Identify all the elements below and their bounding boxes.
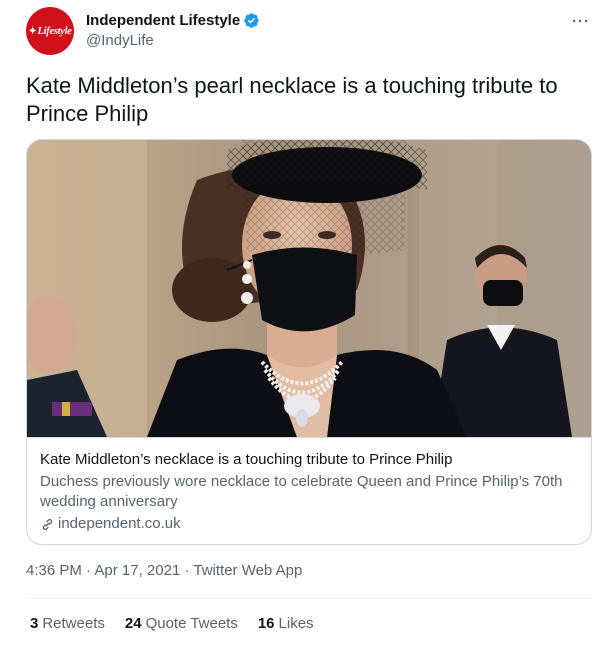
tweet-text: Kate Middleton’s pearl necklace is a tou… [26, 73, 558, 126]
tweet: ✦ Lifestyle Independent Lifestyle @IndyLi… [0, 0, 609, 651]
quote-tweets-count: 24 [124, 615, 142, 632]
card-image [27, 140, 591, 437]
retweets-count: 3 [30, 615, 39, 632]
card-description: Duchess previously wore necklace to cele… [40, 473, 563, 510]
tweet-source[interactable]: Twitter Web App [193, 562, 302, 579]
avatar[interactable]: ✦ Lifestyle [26, 7, 74, 55]
verified-badge-icon [244, 12, 259, 28]
retweets-stat[interactable]: 3 Retweets [30, 615, 105, 632]
engagement-stats: 3 Retweets 24 Quote Tweets 16 Likes [30, 615, 334, 632]
tweet-date[interactable]: Apr 17, 2021 [94, 562, 180, 579]
tweet-header: ✦ Lifestyle Independent Lifestyle @IndyLi… [26, 7, 596, 57]
likes-label: Likes [278, 615, 314, 632]
account-handle[interactable]: @IndyLife [86, 32, 260, 49]
quote-tweets-stat[interactable]: 24 Quote Tweets [125, 615, 238, 632]
avatar-text: Lifestyle [37, 25, 72, 37]
link-card[interactable]: Kate Middleton’s necklace is a touching … [26, 139, 592, 545]
card-meta: Kate Middleton’s necklace is a touching … [27, 437, 591, 544]
bird-logo-icon: ✦ [28, 25, 37, 37]
likes-count: 16 [257, 615, 275, 632]
card-title: Kate Middleton’s necklace is a touching … [40, 451, 453, 468]
account-name-block: Independent Lifestyle @IndyLife [86, 10, 260, 49]
timestamp-row: 4:36 PM · Apr 17, 2021 · Twitter Web App [26, 562, 302, 579]
link-icon [42, 518, 53, 530]
more-options-icon[interactable]: ··· [572, 13, 590, 30]
separator: · [81, 562, 95, 579]
quote-tweets-label: Quote Tweets [145, 615, 238, 632]
card-domain: independent.co.uk [40, 514, 578, 534]
display-name[interactable]: Independent Lifestyle [86, 12, 240, 29]
display-name-row: Independent Lifestyle [86, 10, 260, 30]
tweet-time[interactable]: 4:36 PM [26, 562, 82, 579]
likes-stat[interactable]: 16 Likes [258, 615, 314, 632]
divider [26, 598, 592, 599]
separator: · [180, 562, 194, 579]
card-domain-text: independent.co.uk [58, 515, 181, 532]
retweets-label: Retweets [42, 615, 105, 632]
